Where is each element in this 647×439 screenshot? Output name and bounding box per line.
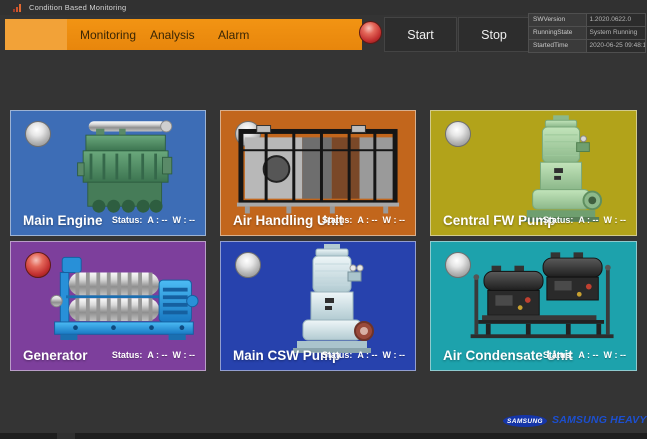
bar-chart-icon [13, 4, 23, 12]
samsung-logo: SAMSUNG [503, 415, 547, 427]
system-info-table: SWVersion 1.2020.0622.0 RunningState Sys… [528, 13, 646, 53]
start-button[interactable]: Start [384, 17, 457, 52]
tab-alarm[interactable]: Alarm [218, 28, 278, 42]
info-value: System Running [587, 27, 646, 40]
tile-generator[interactable]: Generator Status:A : --W : -- [10, 241, 206, 371]
main-engine-image [61, 117, 181, 217]
tile-status: Status:A : --W : -- [112, 215, 195, 225]
tile-status: Status:A : --W : -- [543, 350, 626, 360]
tile-status: Status:A : --W : -- [112, 350, 195, 360]
info-row-runningstate: RunningState System Running [529, 27, 646, 40]
bottom-edge-notch [57, 433, 75, 439]
info-label: SWVersion [529, 14, 587, 27]
info-label: RunningState [529, 27, 587, 40]
tile-main-csw-pump[interactable]: Main CSW Pump Status:A : --W : -- [220, 241, 416, 371]
info-value: 1.2020.0622.0 [587, 14, 646, 27]
tile-status: Status:A : --W : -- [543, 215, 626, 225]
tile-title: Central FW Pump [443, 213, 556, 228]
generator-image [47, 254, 199, 350]
system-status-light [359, 21, 382, 44]
nav-bar: Monitoring Analysis Alarm [5, 19, 362, 50]
status-light [235, 252, 261, 278]
condition-monitoring-app: Condition Based Monitoring Monitoring An… [0, 0, 647, 439]
tile-air-condensate-unit[interactable]: Air Condensate Unit Status:A : --W : -- [430, 241, 637, 371]
info-value: 2020-06-25 09:48:14Z [587, 40, 646, 53]
air-condensate-unit-image [463, 248, 625, 352]
info-row-startedtime: StartedTime 2020-06-25 09:48:14Z [529, 40, 646, 53]
tile-status: Status:A : --W : -- [322, 350, 405, 360]
tile-air-handling-unit[interactable]: Air Handling Unit Status:A : --W : -- [220, 110, 416, 236]
status-light [25, 121, 51, 147]
tab-monitoring[interactable]: Monitoring [80, 28, 150, 42]
nav-tabs: Monitoring Analysis Alarm [80, 19, 278, 50]
tile-central-fw-pump[interactable]: Central FW Pump Status:A : --W : -- [430, 110, 637, 236]
main-csw-pump-image [287, 244, 377, 362]
company-name: SAMSUNG HEAVY INDUSTR [552, 414, 647, 426]
info-label: StartedTime [529, 40, 587, 53]
tile-main-engine[interactable]: Main Engine Status:A : --W : -- [10, 110, 206, 236]
window-title: Condition Based Monitoring [29, 3, 126, 12]
tab-analysis[interactable]: Analysis [150, 28, 218, 42]
bottom-edge-strip [0, 433, 647, 439]
tile-status: Status:A : --W : -- [322, 215, 405, 225]
air-handling-unit-image [235, 123, 403, 215]
tile-title: Main Engine [23, 213, 103, 228]
tile-title: Generator [23, 348, 88, 363]
status-light [445, 121, 471, 147]
info-row-swversion: SWVersion 1.2020.0622.0 [529, 14, 646, 27]
stop-button[interactable]: Stop [458, 17, 530, 52]
nav-logo-block [5, 19, 67, 50]
